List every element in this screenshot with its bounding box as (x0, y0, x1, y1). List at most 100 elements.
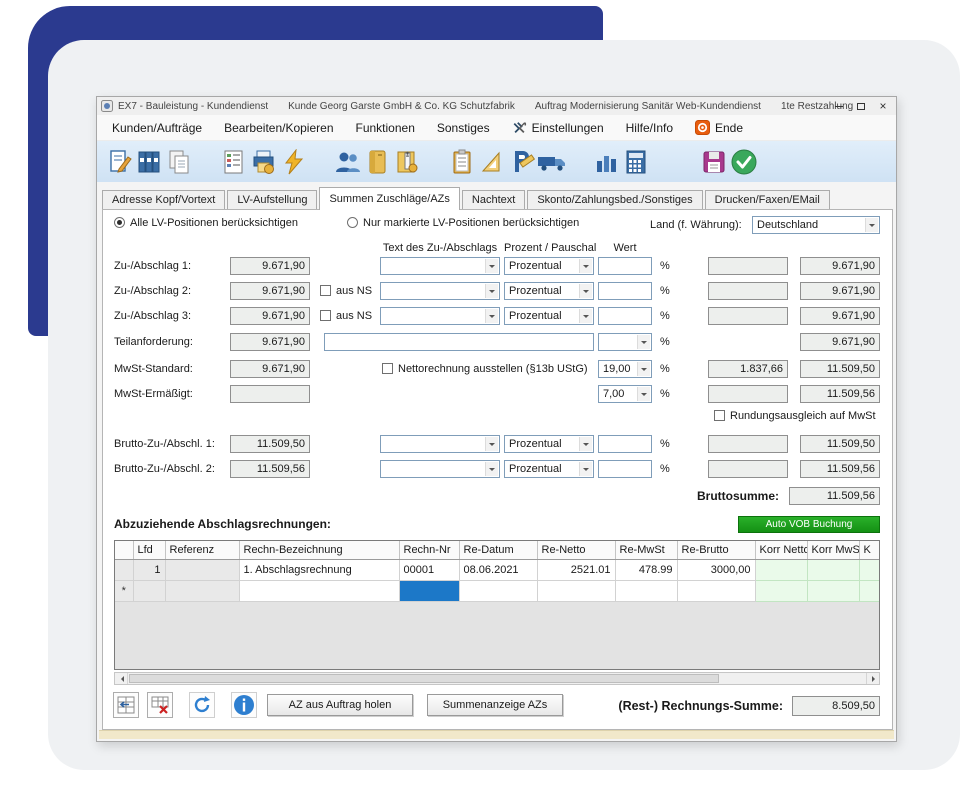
menu-sonstiges[interactable]: Sonstiges (426, 117, 501, 139)
tab-summen-zuschlaege-azs[interactable]: Summen Zuschläge/AZs (319, 187, 459, 210)
cell-korr-netto[interactable] (755, 559, 807, 580)
auto-vob-button[interactable]: Auto VOB Buchung (738, 516, 880, 533)
brutto2-wert-input[interactable] (598, 460, 652, 478)
cell-lfd[interactable]: 1 (133, 559, 165, 580)
menu-funktionen[interactable]: Funktionen (345, 117, 426, 139)
new-row-selector[interactable]: * (115, 580, 133, 601)
brutto1-wert-input[interactable] (598, 435, 652, 453)
brutto2-mid (708, 460, 788, 478)
printer-icon[interactable] (249, 147, 279, 177)
cell-korr-mwst[interactable] (807, 559, 859, 580)
info-button[interactable] (231, 692, 257, 718)
document-edit-icon[interactable] (105, 147, 135, 177)
zuabschlag3-mode-combobox[interactable]: Prozentual (504, 307, 594, 325)
menu-einstellungen[interactable]: Einstellungen (501, 117, 615, 139)
scroll-left-arrow[interactable] (115, 673, 128, 684)
calculator-icon[interactable] (621, 147, 651, 177)
row-selector[interactable] (115, 559, 133, 580)
close-button[interactable]: × (872, 97, 894, 115)
clipboard-icon[interactable] (447, 147, 477, 177)
cell-netto[interactable]: 2521.01 (537, 559, 615, 580)
tab-nachtext[interactable]: Nachtext (462, 190, 525, 210)
az-aus-auftrag-holen-button[interactable]: AZ aus Auftrag holen (267, 694, 413, 716)
land-combobox[interactable]: Deutschland (752, 216, 880, 234)
zuabschlag1-wert-input[interactable] (598, 257, 652, 275)
scroll-right-arrow[interactable] (866, 673, 879, 684)
menu-kunden-auftraege[interactable]: Kunden/Aufträge (101, 117, 213, 139)
radio-all-lv-positions[interactable]: Alle LV-Positionen berücksichtigen (114, 217, 298, 229)
form-icon[interactable] (219, 147, 249, 177)
users-icon[interactable] (333, 147, 363, 177)
parking-ruler-icon[interactable] (507, 147, 537, 177)
zuabschlag1-text-combobox[interactable] (380, 257, 500, 275)
cell-lfd-new[interactable] (133, 580, 165, 601)
zuabschlag1-mode-combobox[interactable]: Prozentual (504, 257, 594, 275)
refresh-button[interactable] (189, 692, 215, 718)
selected-cell[interactable] (399, 580, 459, 601)
cell-bezeichnung-new[interactable] (239, 580, 399, 601)
table-row: 1 1. Abschlagsrechnung 00001 08.06.2021 … (115, 559, 880, 580)
col-re-netto: Re-Netto (537, 541, 615, 559)
bruttosumme-label: Bruttosumme: (629, 489, 779, 503)
scrollbar-thumb[interactable] (129, 674, 719, 683)
tower-checklist-icon[interactable] (393, 147, 423, 177)
cell-korr-brutto-cut[interactable] (859, 559, 880, 580)
delete-row-button[interactable] (147, 692, 173, 718)
zuabschlag2-aus-ns-checkbox[interactable]: aus NS (320, 285, 372, 297)
insert-rows-button[interactable] (113, 692, 139, 718)
col-rechn-bezeichnung: Rechn-Bezeichnung (239, 541, 399, 559)
teilanforderung-rate-combobox[interactable] (598, 333, 652, 351)
cell-korr-mwst-new[interactable] (807, 580, 859, 601)
cell-mwst-new[interactable] (615, 580, 677, 601)
set-square-icon[interactable] (477, 147, 507, 177)
brutto1-text-combobox[interactable] (380, 435, 500, 453)
brutto1-mode-combobox[interactable]: Prozentual (504, 435, 594, 453)
zuabschlag3-aus-ns-checkbox[interactable]: aus NS (320, 310, 372, 322)
bar-chart-icon[interactable] (591, 147, 621, 177)
cell-korr-brutto-new[interactable] (859, 580, 880, 601)
tab-drucken-faxen-email[interactable]: Drucken/Faxen/EMail (705, 190, 830, 210)
mwst-standard-rate-combobox[interactable]: 19,00 (598, 360, 652, 378)
table-hscrollbar[interactable] (114, 672, 880, 685)
check-icon[interactable] (729, 147, 759, 177)
cell-korr-netto-new[interactable] (755, 580, 807, 601)
cell-mwst[interactable]: 478.99 (615, 559, 677, 580)
zuabschlag3-wert-input[interactable] (598, 307, 652, 325)
brutto2-mode-combobox[interactable]: Prozentual (504, 460, 594, 478)
truck-icon[interactable] (537, 147, 567, 177)
cell-bezeichnung[interactable]: 1. Abschlagsrechnung (239, 559, 399, 580)
rundungsausgleich-checkbox[interactable]: Rundungsausgleich auf MwSt (714, 410, 876, 422)
menu-bearbeiten-kopieren[interactable]: Bearbeiten/Kopieren (213, 117, 344, 139)
cell-datum[interactable]: 08.06.2021 (459, 559, 537, 580)
maximize-button[interactable] (850, 97, 872, 115)
zuabschlag2-mode-combobox[interactable]: Prozentual (504, 282, 594, 300)
cell-datum-new[interactable] (459, 580, 537, 601)
zuabschlag2-text-combobox[interactable] (380, 282, 500, 300)
cell-nr[interactable]: 00001 (399, 559, 459, 580)
menu-ende[interactable]: Ende (684, 116, 754, 139)
copy-icon[interactable] (165, 147, 195, 177)
cell-netto-new[interactable] (537, 580, 615, 601)
cell-brutto[interactable]: 3000,00 (677, 559, 755, 580)
menu-hilfe-info[interactable]: Hilfe/Info (615, 117, 684, 139)
cell-brutto-new[interactable] (677, 580, 755, 601)
minimize-button[interactable] (828, 97, 850, 115)
nettorechnung-checkbox[interactable]: Nettorechnung ausstellen (§13b UStG) (382, 363, 588, 375)
mwst-ermaessigt-rate-combobox[interactable]: 7,00 (598, 385, 652, 403)
tab-lv-aufstellung[interactable]: LV-Aufstellung (227, 190, 317, 210)
radio-marked-lv-positions[interactable]: Nur markierte LV-Positionen berücksichti… (347, 217, 579, 229)
tab-skonto-zahlungsbed-sonstiges[interactable]: Skonto/Zahlungsbed./Sonstiges (527, 190, 702, 210)
save-icon[interactable] (699, 147, 729, 177)
cell-referenz[interactable] (165, 559, 239, 580)
tab-adresse-kopf-vortext[interactable]: Adresse Kopf/Vortext (102, 190, 225, 210)
deductions-title: Abzuziehende Abschlagsrechnungen: (114, 517, 331, 531)
binders-icon[interactable] (135, 147, 165, 177)
teilanforderung-text-input[interactable] (324, 333, 594, 351)
zuabschlag3-text-combobox[interactable] (380, 307, 500, 325)
lightning-icon[interactable] (279, 147, 309, 177)
cell-referenz-new[interactable] (165, 580, 239, 601)
book-icon[interactable] (363, 147, 393, 177)
zuabschlag2-wert-input[interactable] (598, 282, 652, 300)
brutto2-text-combobox[interactable] (380, 460, 500, 478)
brutto1-label: Brutto-Zu-/Abschl. 1: (114, 438, 215, 450)
